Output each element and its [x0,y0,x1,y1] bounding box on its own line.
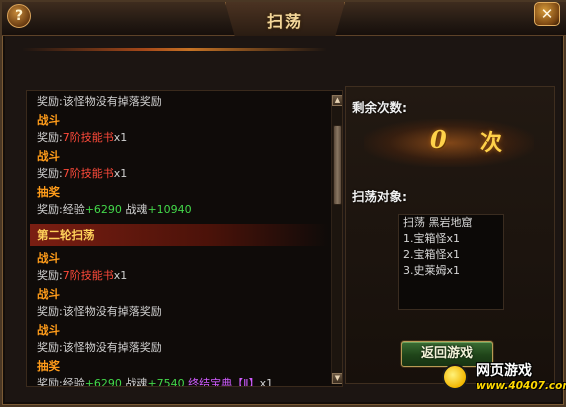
log-row: 奖励:7阶技能书x1 [37,269,128,282]
sweep-log-panel: 奖励:该怪物没有掉落奖励 战斗 奖励:7阶技能书x1 战斗 奖励:7阶技能书x1… [26,90,343,387]
target-line: 3.史莱姆x1 [403,264,461,277]
watermark: 网页游戏 www.40407.com [442,358,566,400]
scroll-thumb[interactable] [333,125,342,205]
remaining-unit: 次 [480,130,503,156]
log-row: 奖励:该怪物没有掉落奖励 [37,305,162,318]
target-label: 扫荡对象: [352,189,407,204]
round-header: 第二轮扫荡 [30,224,328,246]
log-row: 奖励:经验+6290 战魂+7540 终结宝典【Ⅱ】x1 [37,377,274,387]
log-row-type: 战斗 [37,323,60,337]
title-decoration [22,48,327,51]
log-row: 奖励:7阶技能书x1 [37,131,128,144]
target-list: 扫荡 黑岩地窟 1.宝箱怪x1 2.宝箱怪x1 3.史莱姆x1 [398,214,504,310]
remaining-label: 剩余次数: [352,100,407,115]
log-row: 奖励:7阶技能书x1 [37,167,128,180]
log-row-type: 战斗 [37,287,60,301]
sweep-info-panel: 剩余次数: 0 次 扫荡对象: 扫荡 黑岩地窟 1.宝箱怪x1 2.宝箱怪x1 … [345,86,555,384]
count-glow [364,119,534,167]
scroll-down-icon[interactable]: ▼ [332,373,342,384]
target-line: 1.宝箱怪x1 [403,232,461,245]
sweep-log: 奖励:该怪物没有掉落奖励 战斗 奖励:7阶技能书x1 战斗 奖励:7阶技能书x1… [30,93,329,387]
help-button[interactable]: ? [7,4,31,28]
log-row-type: 抽奖 [37,185,60,199]
log-scrollbar[interactable]: ▲ ▼ [331,95,342,384]
log-row: 奖励:经验+6290 战魂+10940 [37,203,192,216]
sweep-window: 扫荡 ? ✕ 奖励:该怪物没有掉落奖励 战斗 奖励:7阶技能书x1 战斗 奖励:… [0,0,566,407]
close-button[interactable]: ✕ [534,2,560,26]
log-row: 奖励:该怪物没有掉落奖励 [37,341,162,354]
log-row: 奖励:该怪物没有掉落奖励 [37,95,162,108]
watermark-url: www.40407.com [476,380,566,392]
log-row-type: 战斗 [37,149,60,163]
target-line: 2.宝箱怪x1 [403,248,461,261]
log-row-type: 抽奖 [37,359,60,373]
log-row-type: 战斗 [37,113,60,127]
watermark-title: 网页游戏 [476,363,532,379]
window-title: 扫荡 [266,12,303,31]
scroll-up-icon[interactable]: ▲ [332,95,342,106]
target-line: 扫荡 黑岩地窟 [403,216,473,229]
smiley-logo-icon [442,364,468,390]
remaining-count: 0 [430,125,447,154]
log-row-type: 战斗 [37,251,60,265]
